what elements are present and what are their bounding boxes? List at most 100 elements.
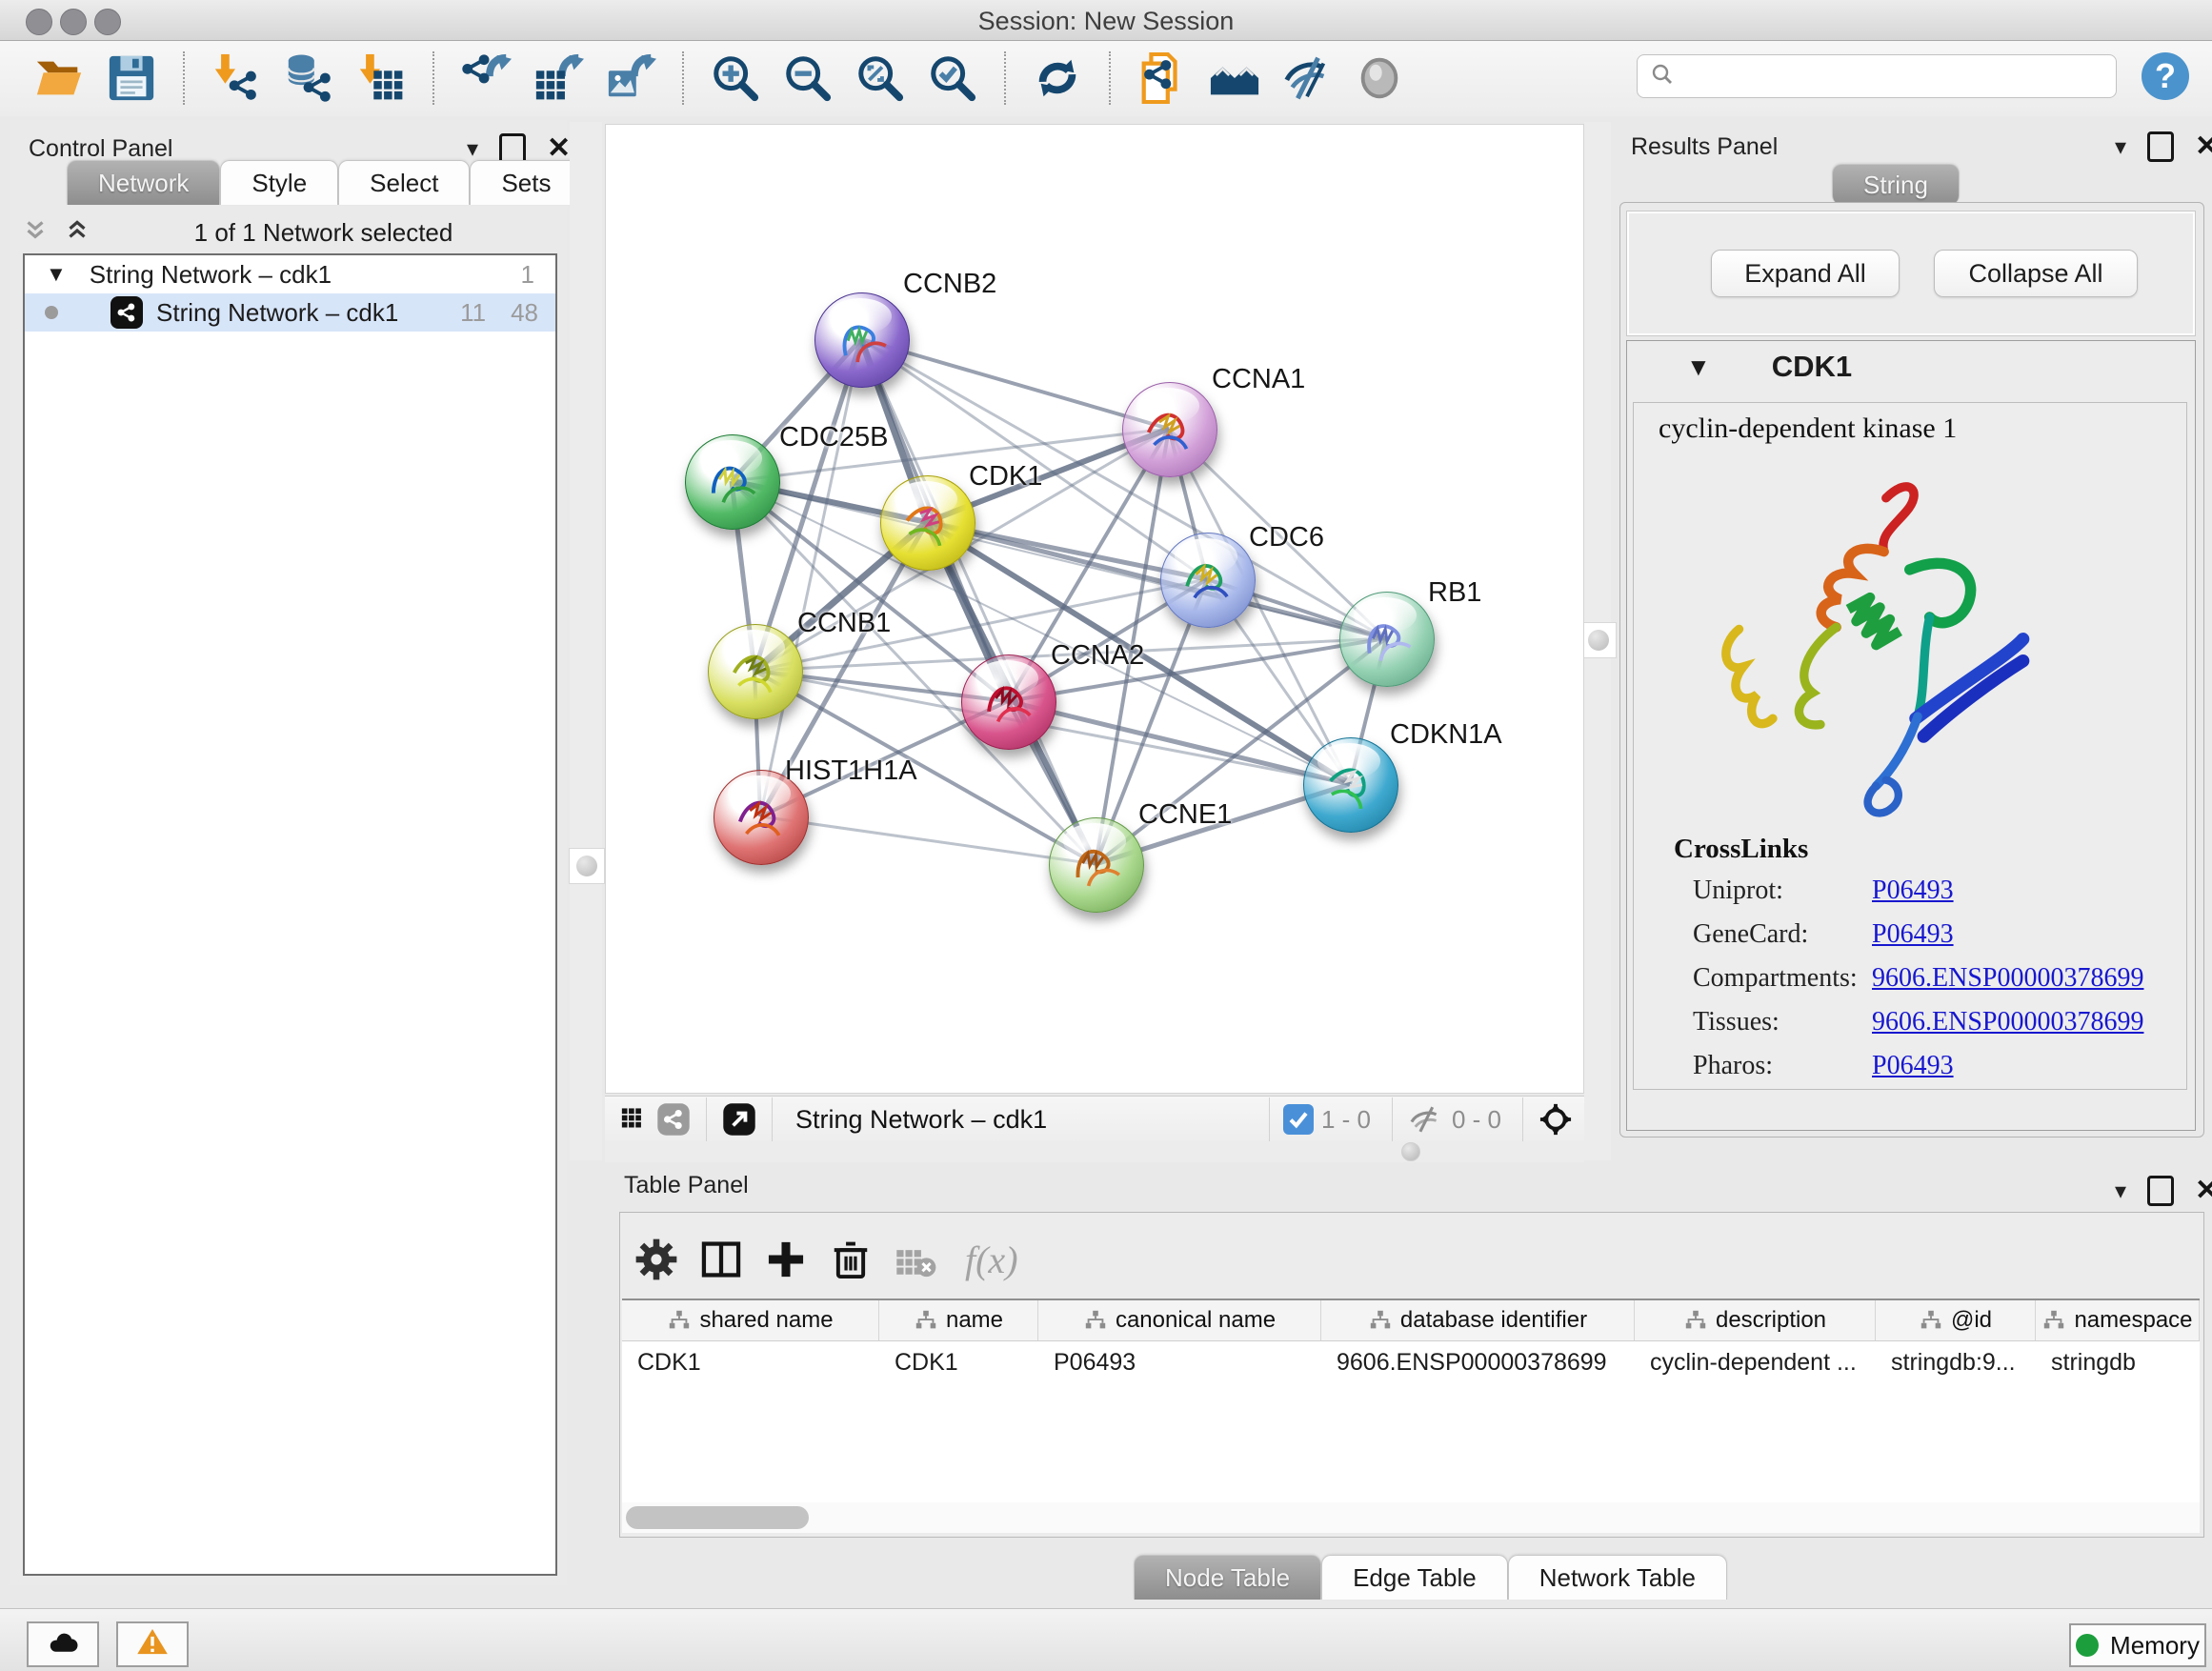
tab-network[interactable]: Network xyxy=(67,160,220,205)
panel-menu-caret-icon[interactable]: ▾ xyxy=(2115,1178,2126,1205)
node-label-CDKN1A: CDKN1A xyxy=(1390,719,1502,751)
horizontal-splitter[interactable] xyxy=(605,1141,1584,1162)
hide-unhide-button[interactable] xyxy=(1279,50,1335,106)
results-tab-string[interactable]: String xyxy=(1832,164,1960,205)
table-gear-icon[interactable] xyxy=(632,1235,681,1284)
expand-all-chevrons-icon[interactable] xyxy=(21,216,50,250)
network-edges xyxy=(606,125,1583,1093)
crosslink-label: Pharos: xyxy=(1693,1051,1773,1080)
export-image-button[interactable] xyxy=(603,50,658,106)
current-network-dot-icon xyxy=(38,299,65,326)
column-header-name[interactable]: name xyxy=(879,1300,1038,1340)
table-horizontal-scrollbar[interactable] xyxy=(622,1502,2200,1533)
panel-float-icon[interactable] xyxy=(2147,131,2174,162)
tab-node-table[interactable]: Node Table xyxy=(1134,1555,1321,1600)
network-node-CCNA1[interactable] xyxy=(1122,382,1217,477)
column-header-shared-name[interactable]: shared name xyxy=(622,1300,879,1340)
toggle-bird-eye-button[interactable] xyxy=(1352,50,1407,106)
zoom-out-button[interactable] xyxy=(780,50,835,106)
network-node-CCNA2[interactable] xyxy=(961,654,1056,750)
left-splitter-handle[interactable] xyxy=(569,848,605,884)
table-panel-tabs: Node TableEdge TableNetwork Table xyxy=(1134,1555,1727,1600)
string-home-button[interactable] xyxy=(1207,50,1262,106)
crosslink-value-link[interactable]: P06493 xyxy=(1872,919,1954,950)
selected-checkbox-icon[interactable] xyxy=(1283,1104,1314,1135)
panel-menu-caret-icon[interactable]: ▾ xyxy=(467,135,478,163)
zoom-fit-button[interactable] xyxy=(853,50,908,106)
panel-close-icon[interactable]: ✕ xyxy=(2195,1177,2212,1205)
tab-edge-table[interactable]: Edge Table xyxy=(1321,1555,1508,1600)
right-splitter[interactable] xyxy=(1584,122,1611,1160)
network-node-CCNB2[interactable] xyxy=(814,292,910,388)
network-node-CCNE1[interactable] xyxy=(1049,817,1144,913)
add-column-icon[interactable] xyxy=(761,1235,811,1284)
help-button[interactable]: ? xyxy=(2142,52,2189,100)
panel-close-icon[interactable]: ✕ xyxy=(2195,132,2212,161)
refresh-button[interactable] xyxy=(1030,50,1085,106)
crosslink-value-link[interactable]: P06493 xyxy=(1872,1051,1954,1081)
tab-style[interactable]: Style xyxy=(220,160,338,205)
zoom-in-button[interactable] xyxy=(708,50,763,106)
protein-thumbnail xyxy=(1061,836,1132,898)
crosslink-value-link[interactable]: 9606.ENSP00000378699 xyxy=(1872,1007,2143,1037)
export-table-button[interactable] xyxy=(531,50,586,106)
left-splitter[interactable] xyxy=(570,122,602,1160)
network-node-CDC25B[interactable] xyxy=(685,434,780,530)
memory-button[interactable]: Memory xyxy=(2069,1623,2206,1667)
column-header-namespace[interactable]: namespace xyxy=(2036,1300,2200,1340)
network-share-icon[interactable] xyxy=(654,1100,693,1138)
results-panel: Results Panel ▾ ✕ String Expand All Coll… xyxy=(1612,116,2212,1164)
import-database-button[interactable] xyxy=(281,50,336,106)
tab-select[interactable]: Select xyxy=(338,160,470,205)
network-node-CDC6[interactable] xyxy=(1160,533,1256,628)
network-node-CCNB1[interactable] xyxy=(708,624,803,719)
grid-view-icon[interactable] xyxy=(616,1100,654,1138)
column-header-description[interactable]: description xyxy=(1635,1300,1876,1340)
table-cell: CDK1 xyxy=(622,1341,879,1383)
protein-thumbnail xyxy=(726,788,796,851)
network-node-CDKN1A[interactable] xyxy=(1303,737,1398,833)
gene-header[interactable]: ▼ CDK1 xyxy=(1627,341,2195,393)
network-node-CDK1[interactable] xyxy=(880,475,975,571)
crosslink-value-link[interactable]: P06493 xyxy=(1872,876,1954,906)
column-header-database-identifier[interactable]: database identifier xyxy=(1321,1300,1635,1340)
collapse-caret-icon[interactable]: ▼ xyxy=(1686,352,1711,382)
network-node-RB1[interactable] xyxy=(1339,592,1435,687)
control-panel-title: Control Panel xyxy=(29,135,172,163)
export-network-button[interactable] xyxy=(458,50,513,106)
column-header-@id[interactable]: @id xyxy=(1876,1300,2036,1340)
open-session-button[interactable] xyxy=(31,50,87,106)
search-input[interactable] xyxy=(1676,62,2116,91)
panel-menu-caret-icon[interactable]: ▾ xyxy=(2115,133,2126,161)
protein-thumbnail xyxy=(827,311,897,373)
hidden-eye-slash-icon[interactable] xyxy=(1406,1100,1444,1138)
open-in-new-icon[interactable] xyxy=(720,1100,758,1138)
delete-column-icon[interactable] xyxy=(826,1235,875,1284)
table-row[interactable]: CDK1CDK1P064939606.ENSP00000378699cyclin… xyxy=(622,1341,2200,1383)
crosslink-value-link[interactable]: 9606.ENSP00000378699 xyxy=(1872,963,2143,994)
network-tree-row[interactable]: ▼ String Network – cdk1 1 xyxy=(25,255,555,293)
column-header-canonical-name[interactable]: canonical name xyxy=(1038,1300,1321,1340)
share-document-button[interactable] xyxy=(1135,50,1190,106)
panel-close-icon[interactable]: ✕ xyxy=(547,134,571,163)
warnings-button[interactable] xyxy=(116,1621,189,1667)
import-table-button[interactable] xyxy=(353,50,409,106)
tab-network-table[interactable]: Network Table xyxy=(1508,1555,1727,1600)
tab-sets[interactable]: Sets xyxy=(470,160,582,205)
cloud-status-button[interactable] xyxy=(27,1621,99,1667)
search-field[interactable] xyxy=(1637,54,2117,98)
panel-float-icon[interactable] xyxy=(2147,1176,2174,1206)
zoom-selected-button[interactable] xyxy=(925,50,980,106)
network-canvas[interactable]: CCNB2 CCNA1 CDC25B CDK1 CDC6 xyxy=(605,124,1584,1094)
columns-icon[interactable] xyxy=(696,1235,746,1284)
fit-crosshair-icon[interactable] xyxy=(1537,1100,1575,1138)
collapse-all-chevrons-icon[interactable] xyxy=(63,216,91,250)
import-network-button[interactable] xyxy=(209,50,264,106)
node-label-CCNB2: CCNB2 xyxy=(903,269,996,300)
save-session-button[interactable] xyxy=(104,50,159,106)
expand-all-button[interactable]: Expand All xyxy=(1711,250,1900,297)
scrollbar-thumb[interactable] xyxy=(626,1506,809,1529)
network-tree-row[interactable]: String Network – cdk1 11 48 xyxy=(25,293,555,332)
collapse-all-button[interactable]: Collapse All xyxy=(1934,250,2138,297)
tree-collapse-caret-icon[interactable]: ▼ xyxy=(46,262,67,287)
